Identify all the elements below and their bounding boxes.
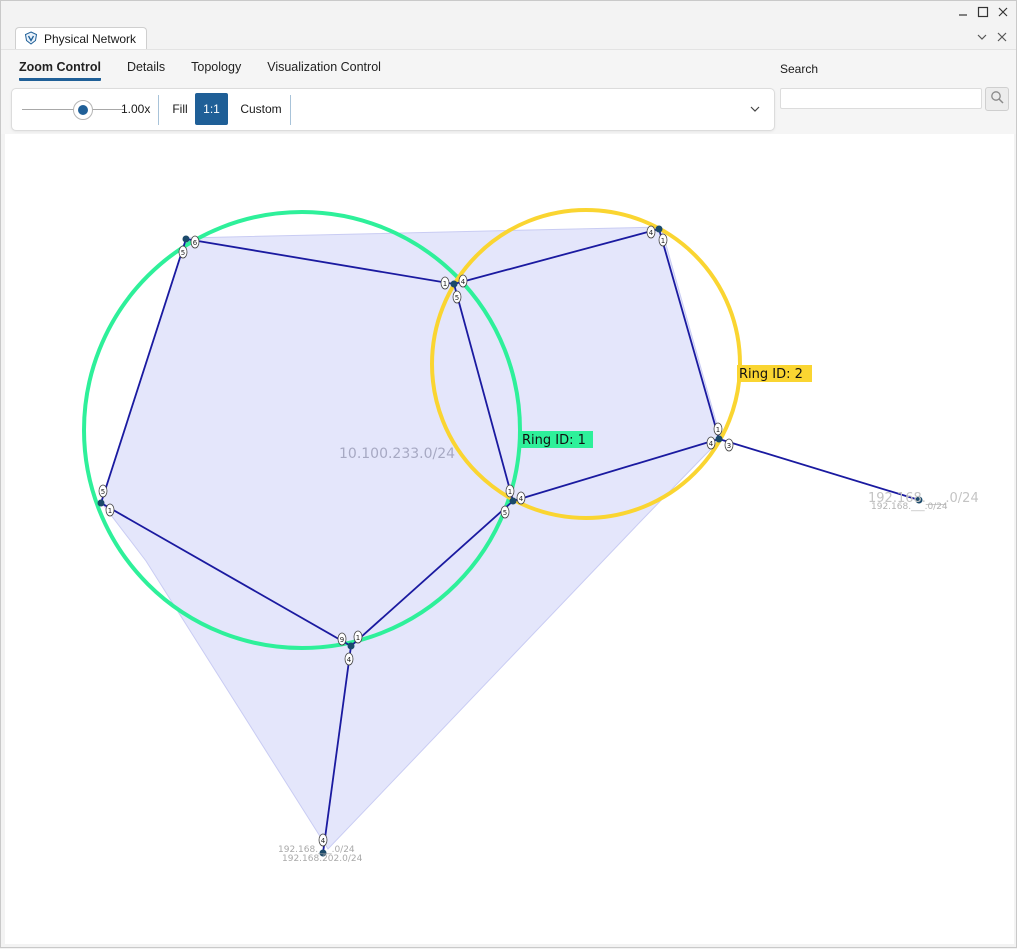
divider bbox=[158, 95, 159, 125]
window-controls bbox=[956, 5, 1010, 19]
network-node[interactable] bbox=[347, 642, 355, 650]
subnet-label: 192.168.___.0/24 bbox=[871, 502, 948, 512]
svg-text:1: 1 bbox=[356, 634, 360, 642]
tab-details[interactable]: Details bbox=[127, 60, 165, 81]
svg-text:4: 4 bbox=[649, 229, 654, 237]
port-badge: 4 bbox=[516, 491, 526, 505]
port-badge: 4 bbox=[646, 225, 656, 239]
svg-text:1: 1 bbox=[716, 426, 720, 434]
ring-2-label: Ring ID: 2 bbox=[739, 367, 803, 382]
svg-text:4: 4 bbox=[347, 656, 352, 664]
port-badge: 1 bbox=[353, 630, 363, 644]
svg-text:1: 1 bbox=[508, 488, 512, 496]
svg-text:4: 4 bbox=[519, 495, 524, 503]
custom-button[interactable]: Custom bbox=[234, 93, 288, 125]
subnet-area-label: 10.100.233.0/24 bbox=[339, 446, 455, 462]
ribbon: Zoom Control Details Topology Visualizat… bbox=[1, 49, 1016, 134]
network-node[interactable] bbox=[509, 497, 517, 505]
tab-zoom-control[interactable]: Zoom Control bbox=[19, 60, 101, 81]
port-badge: 5 bbox=[98, 484, 108, 498]
port-badge: 4 bbox=[344, 652, 354, 666]
port-badge: 4 bbox=[706, 436, 716, 450]
fill-button[interactable]: Fill bbox=[164, 93, 196, 125]
app-window: Physical Network Zoom Control Details To… bbox=[0, 0, 1017, 948]
search-input[interactable] bbox=[780, 88, 982, 109]
chevron-down-icon[interactable] bbox=[976, 31, 988, 43]
svg-text:5: 5 bbox=[101, 488, 105, 496]
zoom-slider-thumb[interactable] bbox=[73, 100, 93, 120]
svg-text:1: 1 bbox=[661, 237, 665, 245]
port-badge: 5 bbox=[452, 290, 462, 304]
close-window-icon[interactable] bbox=[996, 5, 1010, 19]
port-badge: 1 bbox=[713, 422, 723, 436]
document-tab-controls bbox=[976, 31, 1008, 43]
topology-canvas[interactable]: 10.100.233.0/24 6 5 1 4 5 4 1 1 4 3 1 4 … bbox=[5, 134, 1014, 944]
subnet-area bbox=[100, 226, 722, 850]
tab-visualization-control[interactable]: Visualization Control bbox=[267, 60, 381, 81]
svg-text:1: 1 bbox=[443, 280, 447, 288]
zoom-value: 1.00x bbox=[121, 102, 151, 116]
network-node[interactable] bbox=[715, 435, 723, 443]
network-node[interactable] bbox=[182, 235, 190, 243]
ring-1-label: Ring ID: 1 bbox=[522, 433, 586, 448]
port-badge: 1 bbox=[440, 276, 450, 290]
port-badge: 1 bbox=[658, 233, 668, 247]
port-badge: 5 bbox=[178, 245, 188, 259]
svg-text:5: 5 bbox=[455, 294, 459, 302]
port-badge: 9 bbox=[337, 632, 347, 646]
ribbon-tabs: Zoom Control Details Topology Visualizat… bbox=[19, 60, 381, 81]
divider bbox=[290, 95, 291, 125]
network-node[interactable] bbox=[450, 280, 458, 288]
port-badge: 3 bbox=[724, 438, 734, 452]
port-badge: 4 bbox=[458, 274, 468, 288]
search-icon bbox=[990, 90, 1004, 109]
network-node[interactable] bbox=[655, 225, 663, 233]
svg-text:3: 3 bbox=[727, 442, 731, 450]
search-button[interactable] bbox=[985, 87, 1009, 111]
svg-text:5: 5 bbox=[503, 509, 507, 517]
network-app-icon bbox=[24, 30, 38, 48]
svg-text:1: 1 bbox=[108, 507, 112, 515]
network-node[interactable] bbox=[97, 499, 105, 507]
port-badge: 6 bbox=[190, 235, 200, 249]
minimize-icon[interactable] bbox=[956, 5, 970, 19]
port-badge: 1 bbox=[505, 484, 515, 498]
tab-topology[interactable]: Topology bbox=[191, 60, 241, 81]
close-tab-icon[interactable] bbox=[996, 31, 1008, 43]
zoom-control-panel: 1.00x Fill 1:1 Custom bbox=[11, 88, 775, 131]
svg-text:4: 4 bbox=[461, 278, 466, 286]
svg-text:6: 6 bbox=[193, 239, 198, 247]
port-badge: 5 bbox=[500, 505, 510, 519]
chevron-down-icon[interactable] bbox=[748, 102, 762, 116]
topology-graph[interactable]: 10.100.233.0/24 6 5 1 4 5 4 1 1 4 3 1 4 … bbox=[5, 134, 1014, 944]
one-to-one-button[interactable]: 1:1 bbox=[195, 93, 228, 125]
svg-text:9: 9 bbox=[340, 636, 344, 644]
document-tab-title: Physical Network bbox=[44, 32, 137, 46]
subnet-label: 192.168.202.0/24 bbox=[282, 854, 363, 864]
port-badge: 1 bbox=[105, 503, 115, 517]
maximize-icon[interactable] bbox=[976, 5, 990, 19]
svg-text:4: 4 bbox=[321, 837, 326, 845]
svg-text:5: 5 bbox=[181, 249, 185, 257]
search-label: Search bbox=[780, 62, 819, 76]
document-tab[interactable]: Physical Network bbox=[15, 27, 148, 50]
svg-text:4: 4 bbox=[709, 440, 714, 448]
